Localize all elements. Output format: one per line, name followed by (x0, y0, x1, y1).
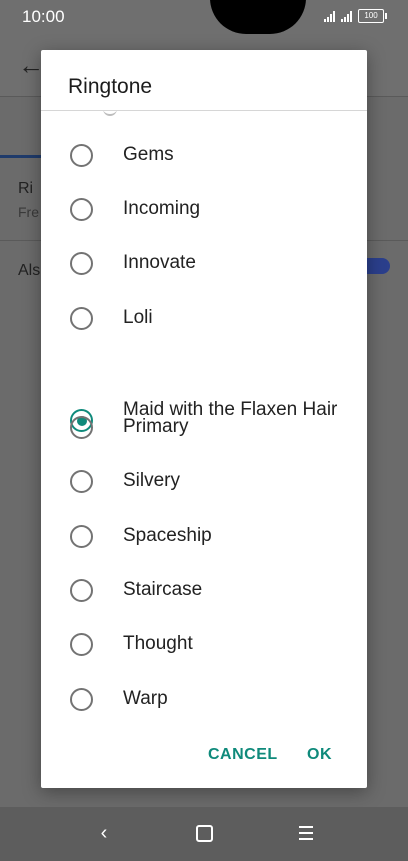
ringtone-option-maid-with-the-flaxen-hair[interactable]: Maid with the Flaxen Hair (41, 347, 367, 432)
dialog-actions: CANCEL OK (41, 726, 367, 788)
ringtone-option-gems[interactable]: Gems (41, 133, 367, 177)
ringtone-label: Spaceship (123, 525, 212, 546)
ringtone-label: Silvery (123, 470, 181, 491)
radio-button[interactable] (70, 470, 93, 493)
radio-button[interactable] (70, 525, 93, 548)
settings-row-2-title: Als (18, 262, 41, 279)
ringtone-option-incoming[interactable]: Incoming (41, 187, 367, 231)
ringtone-list[interactable]: Gems Incoming Innovate Loli Maid with th… (41, 111, 367, 726)
battery-icon: 100 (358, 9, 387, 23)
ringtone-option-spaceship[interactable]: Spaceship (41, 514, 367, 558)
radio-button[interactable] (70, 633, 93, 656)
menu-lines-icon[interactable] (294, 821, 318, 845)
ringtone-option-staircase[interactable]: Staircase (41, 568, 367, 612)
radio-button[interactable] (70, 198, 93, 221)
radio-button[interactable] (70, 579, 93, 602)
radio-button[interactable] (70, 252, 93, 275)
display-notch (210, 0, 306, 34)
ringtone-label: Loli (123, 307, 153, 328)
radio-button[interactable] (70, 688, 93, 711)
ringtone-label: Incoming (123, 198, 201, 219)
navigation-bar: ‹ (0, 807, 408, 861)
ringtone-label: Primary (123, 416, 189, 437)
ok-button[interactable]: OK (307, 746, 332, 764)
ringtone-label: Innovate (123, 252, 196, 273)
status-time: 10:00 (22, 7, 65, 26)
home-square-icon[interactable] (192, 821, 216, 845)
ringtone-label: Thought (123, 633, 193, 654)
ringtone-label: Staircase (123, 579, 203, 600)
dialog-title: Ringtone (68, 75, 153, 98)
ringtone-option-loli[interactable]: Loli (41, 296, 367, 340)
radio-button[interactable] (70, 144, 93, 167)
ringtone-label: Warp (123, 688, 168, 709)
radio-button[interactable] (70, 307, 93, 330)
radio-button[interactable] (70, 416, 93, 439)
ringtone-dialog: Ringtone Gems Incoming Innovate Loli Mai… (41, 50, 367, 788)
ringtone-option-innovate[interactable]: Innovate (41, 241, 367, 285)
settings-row-subtitle: Fre (18, 204, 39, 220)
status-bar: 10:00 100 (0, 0, 408, 36)
ringtone-label: Gems (123, 144, 174, 165)
ringtone-option-primary[interactable]: Primary (41, 405, 367, 449)
ringtone-option-warp[interactable]: Warp (41, 677, 367, 721)
scroll-peek-item (103, 111, 117, 116)
status-icons: 100 (324, 9, 387, 23)
signal-icon (324, 10, 335, 22)
signal-icon-2 (341, 10, 352, 22)
chevron-left-icon[interactable]: ‹ (92, 821, 116, 845)
settings-row-title: Ri (18, 180, 34, 197)
ringtone-option-silvery[interactable]: Silvery (41, 459, 367, 503)
ringtone-option-thought[interactable]: Thought (41, 622, 367, 666)
cancel-button[interactable]: CANCEL (208, 746, 278, 764)
screen: 10:00 100 ← Ri Fre Als Ringtone Gems Inc… (0, 0, 408, 861)
